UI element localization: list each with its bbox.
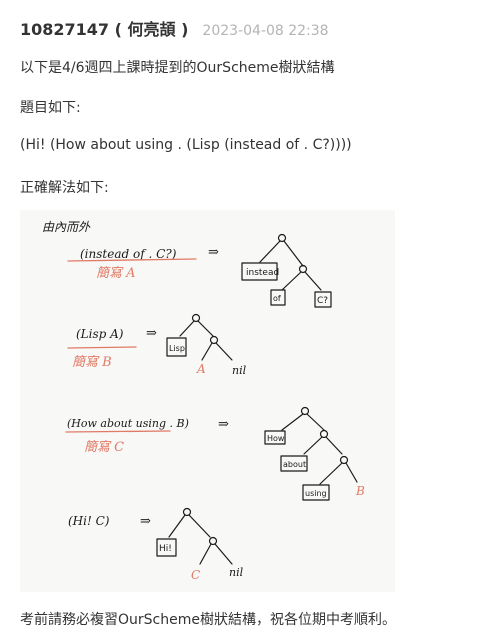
step2-underline bbox=[67, 346, 137, 349]
tree-node bbox=[182, 507, 192, 517]
step1-tree: instead of C? bbox=[241, 233, 332, 308]
step3-tree: How about using B bbox=[264, 406, 365, 501]
tree-edge bbox=[345, 462, 358, 483]
step3-arrow: ⇒ bbox=[218, 417, 229, 432]
tree-edge bbox=[179, 320, 195, 337]
tree-node bbox=[339, 455, 349, 465]
tree-diagram-svg: 由內而外 (instead of . C?) 簡寫 A ⇒ instead of… bbox=[42, 220, 365, 582]
atom-label: Lisp bbox=[169, 344, 185, 353]
step3-abbr: 簡寫 C bbox=[84, 440, 124, 455]
atom-label: of bbox=[273, 294, 281, 303]
tree-edge bbox=[197, 320, 214, 337]
post-header: 10827147 ( 何亮頡 ) 2023-04-08 22:38 bbox=[20, 16, 329, 42]
atom-label: using bbox=[305, 489, 327, 498]
tree-edge bbox=[259, 240, 281, 263]
step2-arrow: ⇒ bbox=[146, 326, 157, 341]
tree-edge bbox=[283, 240, 304, 267]
post-closing: 考前請務必複習OurScheme樹狀結構，祝各位期中考順利。 bbox=[20, 612, 396, 628]
atom-label: Hi! bbox=[159, 544, 172, 554]
question-expression: (Hi! (How about using . (Lisp (instead o… bbox=[20, 137, 352, 153]
post-author[interactable]: 10827147 ( 何亮頡 ) bbox=[20, 16, 188, 40]
atom-label: C? bbox=[317, 296, 328, 306]
solution-label: 正確解法如下: bbox=[20, 180, 109, 196]
tree-edge bbox=[199, 543, 212, 565]
tree-edge bbox=[319, 462, 343, 485]
step4-tree: Hi! C nil bbox=[156, 507, 244, 582]
atom-label: nil bbox=[229, 566, 244, 579]
tree-edge bbox=[306, 413, 325, 431]
tree-edge bbox=[188, 514, 211, 538]
post-date: 2023-04-08 22:38 bbox=[202, 23, 329, 39]
step3-underline bbox=[65, 430, 171, 433]
atom-label: B bbox=[355, 484, 365, 498]
step3-expression: (How about using . B) bbox=[67, 417, 189, 430]
step4-arrow: ⇒ bbox=[140, 514, 151, 529]
tree-edge bbox=[214, 543, 233, 565]
tree-edge bbox=[325, 436, 343, 455]
post-intro: 以下是4/6週四上課時提到的OurScheme樹狀結構 bbox=[20, 60, 335, 76]
atom-label: C bbox=[191, 568, 200, 582]
tree-node bbox=[319, 429, 329, 439]
step1-abbr: 簡寫 A bbox=[96, 266, 136, 281]
figure-heading: 由內而外 bbox=[42, 220, 91, 234]
step4-expression: (Hi! C) bbox=[68, 514, 110, 528]
tree-node bbox=[191, 313, 201, 323]
step2-tree: Lisp A nil bbox=[166, 313, 247, 377]
tree-edge bbox=[281, 413, 304, 431]
step2-expression: (Lisp A) bbox=[76, 327, 124, 341]
tree-edge bbox=[215, 342, 233, 361]
tree-edge bbox=[168, 514, 186, 538]
atom-label: about bbox=[283, 460, 306, 469]
atom-label: instead bbox=[246, 268, 279, 278]
atom-label: How bbox=[267, 434, 285, 443]
question-label: 題目如下: bbox=[20, 100, 81, 116]
tree-node bbox=[209, 335, 219, 345]
step2-abbr: 簡寫 B bbox=[72, 355, 112, 370]
tree-node bbox=[208, 536, 218, 546]
tree-edge bbox=[201, 342, 213, 361]
step1-arrow: ⇒ bbox=[208, 245, 219, 260]
tree-diagram-image: 由內而外 (instead of . C?) 簡寫 A ⇒ instead of… bbox=[20, 210, 395, 592]
tree-node bbox=[300, 406, 310, 416]
tree-node bbox=[277, 233, 287, 243]
tree-edge bbox=[303, 436, 323, 455]
tree-edge bbox=[304, 271, 322, 291]
atom-label: A bbox=[196, 362, 206, 376]
tree-edge bbox=[281, 271, 302, 291]
atom-label: nil bbox=[232, 364, 247, 377]
